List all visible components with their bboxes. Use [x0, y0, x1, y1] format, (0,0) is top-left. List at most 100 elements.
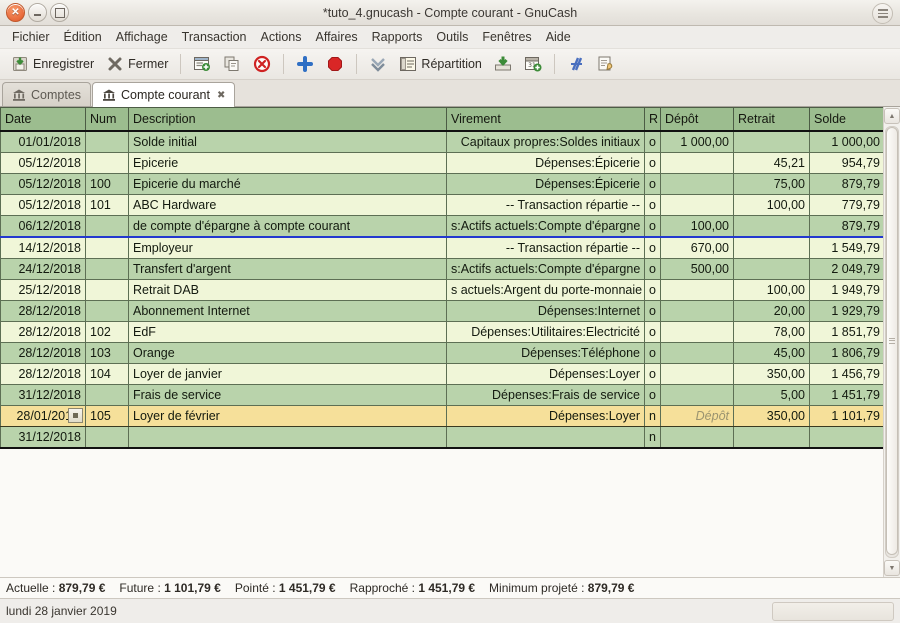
cell-num[interactable] — [86, 259, 129, 280]
cell-description[interactable]: Transfert d'argent — [129, 259, 447, 280]
reconcile-button[interactable] — [592, 53, 620, 75]
cell-virement[interactable]: Dépenses:Téléphone — [447, 343, 645, 364]
cell-depot[interactable]: 1 000,00 — [661, 131, 734, 153]
table-row[interactable]: 28/01/2019105Loyer de févrierDépenses:Lo… — [1, 406, 884, 427]
table-row[interactable]: 01/01/2018Solde initialCapitaux propres:… — [1, 131, 884, 153]
cell-reconcile-flag[interactable]: o — [645, 174, 661, 195]
cell-date[interactable]: 05/12/2018 — [1, 195, 86, 216]
table-row[interactable]: 28/12/2018103OrangeDépenses:Téléphoneo45… — [1, 343, 884, 364]
schedule-button[interactable]: 31 — [519, 53, 547, 75]
cell-retrait[interactable] — [734, 427, 810, 449]
menu-edition[interactable]: Édition — [57, 28, 109, 46]
tab-close-icon[interactable]: ✖ — [217, 90, 225, 101]
cell-virement[interactable]: Dépenses:Frais de service — [447, 385, 645, 406]
menu-outils[interactable]: Outils — [429, 28, 475, 46]
cell-reconcile-flag[interactable]: o — [645, 322, 661, 343]
column-header-date[interactable]: Date — [1, 108, 86, 132]
save-button[interactable]: Enregistrer — [6, 53, 99, 75]
cell-date[interactable]: 28/12/2018 — [1, 343, 86, 364]
cell-num[interactable] — [86, 427, 129, 449]
split-button[interactable]: Répartition — [394, 53, 486, 75]
cell-depot[interactable] — [661, 153, 734, 174]
table-row[interactable]: 14/12/2018Employeur-- Transaction répart… — [1, 237, 884, 259]
cell-solde[interactable]: 1 806,79 — [810, 343, 884, 364]
cell-virement[interactable]: Dépenses:Utilitaires:Electricité — [447, 322, 645, 343]
cell-retrait[interactable] — [734, 259, 810, 280]
cell-description[interactable]: Solde initial — [129, 131, 447, 153]
cell-retrait[interactable] — [734, 237, 810, 259]
duplicate-button[interactable] — [218, 53, 246, 75]
cell-description[interactable]: Loyer de février — [129, 406, 447, 427]
scroll-thumb[interactable] — [886, 127, 898, 555]
cell-depot[interactable] — [661, 280, 734, 301]
scroll-up-arrow[interactable]: ▲ — [884, 108, 900, 124]
cell-description[interactable]: Orange — [129, 343, 447, 364]
cell-depot[interactable] — [661, 174, 734, 195]
table-row[interactable]: 31/12/2018n — [1, 427, 884, 449]
cell-reconcile-flag[interactable]: o — [645, 364, 661, 385]
cell-depot[interactable] — [661, 385, 734, 406]
cell-virement[interactable]: -- Transaction répartie -- — [447, 195, 645, 216]
table-row[interactable]: 28/12/2018Abonnement InternetDépenses:In… — [1, 301, 884, 322]
cell-depot[interactable]: 500,00 — [661, 259, 734, 280]
cell-num[interactable]: 101 — [86, 195, 129, 216]
cell-virement[interactable]: s:Actifs actuels:Compte d'épargne — [447, 216, 645, 238]
table-row[interactable]: 31/12/2018 Frais de serviceDépenses:Frais… — [1, 385, 884, 406]
cell-num[interactable] — [86, 237, 129, 259]
cell-depot[interactable] — [661, 364, 734, 385]
cell-reconcile-flag[interactable]: o — [645, 216, 661, 238]
menu-actions[interactable]: Actions — [254, 28, 309, 46]
cell-virement[interactable]: Dépenses:Épicerie — [447, 153, 645, 174]
cell-depot[interactable]: 100,00 — [661, 216, 734, 238]
cell-depot[interactable] — [661, 301, 734, 322]
cell-virement[interactable] — [447, 427, 645, 449]
column-header-description[interactable]: Description — [129, 108, 447, 132]
cell-num[interactable]: 102 — [86, 322, 129, 343]
cell-date[interactable]: 05/12/2018 — [1, 174, 86, 195]
cell-solde[interactable]: 954,79 — [810, 153, 884, 174]
cell-date[interactable]: 06/12/2018 — [1, 216, 86, 238]
cell-solde[interactable]: 1 456,79 — [810, 364, 884, 385]
cell-reconcile-flag[interactable]: o — [645, 153, 661, 174]
cell-date[interactable]: 28/12/2018 — [1, 364, 86, 385]
cell-virement[interactable]: -- Transaction répartie -- — [447, 237, 645, 259]
add-button[interactable] — [291, 53, 319, 75]
cell-solde[interactable]: 1 851,79 — [810, 322, 884, 343]
window-minimize-button[interactable] — [28, 3, 47, 22]
cell-date[interactable]: 31/12/2018 — [1, 385, 86, 406]
cell-retrait[interactable]: 100,00 — [734, 195, 810, 216]
cell-num[interactable]: 103 — [86, 343, 129, 364]
date-picker-button[interactable] — [68, 408, 83, 423]
cell-date[interactable]: 28/12/2018 — [1, 301, 86, 322]
cell-virement[interactable]: Capitaux propres:Soldes initiaux — [447, 131, 645, 153]
cell-solde[interactable]: 1 549,79 — [810, 237, 884, 259]
cell-reconcile-flag[interactable]: o — [645, 301, 661, 322]
cell-virement[interactable]: Dépenses:Épicerie — [447, 174, 645, 195]
cell-retrait[interactable]: 100,00 — [734, 280, 810, 301]
cell-reconcile-flag[interactable]: n — [645, 427, 661, 449]
cell-retrait[interactable] — [734, 216, 810, 238]
cell-description[interactable]: Frais de service — [129, 385, 447, 406]
cell-description[interactable]: EdF — [129, 322, 447, 343]
cell-solde[interactable]: 2 049,79 — [810, 259, 884, 280]
window-menu-button[interactable] — [872, 3, 893, 24]
cell-solde[interactable] — [810, 427, 884, 449]
cell-retrait[interactable]: 20,00 — [734, 301, 810, 322]
table-row[interactable]: 28/12/2018104Loyer de janvierDépenses:Lo… — [1, 364, 884, 385]
cell-num[interactable]: 104 — [86, 364, 129, 385]
cell-reconcile-flag[interactable]: o — [645, 131, 661, 153]
scroll-track[interactable] — [885, 126, 899, 558]
close-button[interactable]: Fermer — [101, 53, 173, 75]
column-header-depot[interactable]: Dépôt — [661, 108, 734, 132]
cell-depot[interactable] — [661, 343, 734, 364]
cell-num[interactable] — [86, 301, 129, 322]
window-maximize-button[interactable] — [50, 3, 69, 22]
cell-solde[interactable]: 1 929,79 — [810, 301, 884, 322]
cell-num[interactable] — [86, 280, 129, 301]
delete-button[interactable] — [248, 53, 276, 75]
cell-solde[interactable]: 1 000,00 — [810, 131, 884, 153]
table-row[interactable]: 25/12/2018Retrait DABs actuels:Argent du… — [1, 280, 884, 301]
cell-description[interactable]: ABC Hardware — [129, 195, 447, 216]
cell-solde[interactable]: 879,79 — [810, 174, 884, 195]
cell-num[interactable] — [86, 216, 129, 238]
